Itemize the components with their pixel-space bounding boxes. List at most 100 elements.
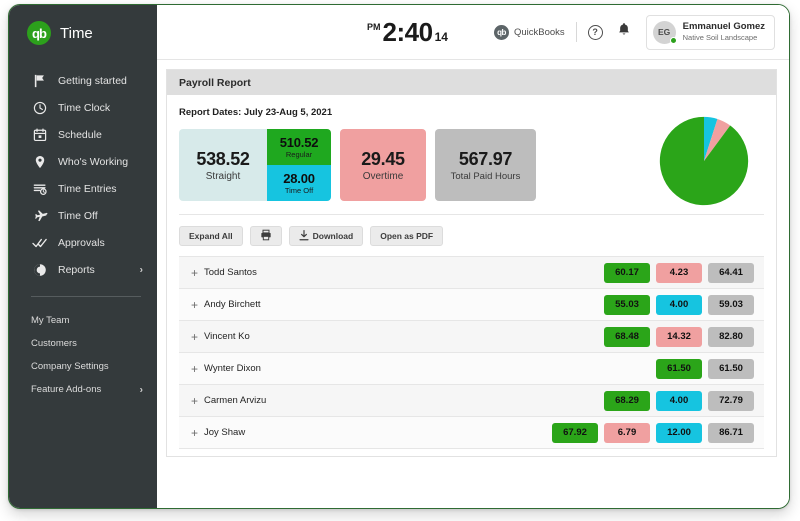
sidebar-item-feature-add-ons[interactable]: Feature Add-ons › bbox=[9, 378, 157, 401]
value-placeholder bbox=[552, 327, 598, 347]
employee-name: Joy Shaw bbox=[204, 427, 246, 438]
value-badge: 6.79 bbox=[604, 422, 650, 443]
sidebar-item-getting-started[interactable]: Getting started bbox=[9, 67, 157, 94]
value-badge: 68.29 bbox=[604, 390, 650, 411]
chevron-right-icon: › bbox=[139, 264, 143, 275]
card-time-off: 28.00 Time Off bbox=[267, 165, 331, 201]
row-values: 67.92 6.79 12.00 86.71 bbox=[552, 422, 754, 443]
value-badge: 4.00 bbox=[656, 294, 702, 315]
overtime-value: 29.45 bbox=[361, 148, 405, 169]
quickbooks-icon: qb bbox=[493, 24, 509, 40]
sidebar-item-time-entries[interactable]: Time Entries bbox=[9, 175, 157, 202]
card-overtime: 29.45 Overtime bbox=[340, 129, 426, 201]
sidebar-item-my-team[interactable]: My Team bbox=[9, 309, 157, 332]
straight-label: Straight bbox=[205, 170, 241, 182]
time-off-label: Time Off bbox=[284, 186, 314, 195]
print-button[interactable] bbox=[249, 226, 282, 246]
sidebar-item-approvals[interactable]: Approvals bbox=[9, 229, 157, 256]
page-title: Payroll Report bbox=[179, 76, 251, 89]
value-placeholder bbox=[552, 263, 598, 283]
value-placeholder bbox=[552, 359, 598, 379]
sidebar-nav: Getting started Time Clock Schedule Who'… bbox=[9, 67, 157, 283]
user-name: Emmanuel Gomez bbox=[682, 21, 765, 33]
user-organization: Native Soil Landscape bbox=[682, 33, 758, 43]
avatar: EG bbox=[652, 20, 677, 44]
value-badge: 61.50 bbox=[708, 358, 754, 379]
table-row[interactable]: + Andy Birchett 55.03 4.00 59.03 bbox=[179, 289, 764, 321]
straight-value: 538.52 bbox=[196, 148, 250, 169]
expand-row-icon[interactable]: + bbox=[191, 362, 204, 376]
panel-body: Report Dates: July 23-Aug 5, 2021 538.52… bbox=[167, 95, 776, 449]
value-badge: 60.17 bbox=[604, 262, 650, 283]
total-value: 567.97 bbox=[458, 148, 513, 169]
table-row[interactable]: + Vincent Ko 68.48 14.32 82.80 bbox=[179, 321, 764, 353]
hours-breakdown-pie-chart bbox=[658, 115, 750, 207]
pie-chart-icon bbox=[31, 262, 49, 278]
employee-name: Wynter Dixon bbox=[204, 363, 261, 374]
clock-ampm: PM bbox=[367, 21, 381, 32]
pie-slice bbox=[659, 116, 749, 206]
row-values: 61.50 61.50 bbox=[552, 358, 754, 379]
sidebar-subitem-label: My Team bbox=[31, 315, 70, 326]
time-off-value: 28.00 bbox=[283, 171, 315, 186]
value-badge: 4.23 bbox=[656, 262, 702, 283]
notifications-bell-icon[interactable] bbox=[617, 22, 631, 42]
help-icon[interactable]: ? bbox=[587, 24, 603, 40]
sidebar-item-label: Time Entries bbox=[58, 182, 117, 195]
quickbooks-link[interactable]: qb QuickBooks bbox=[493, 24, 565, 40]
download-button[interactable]: Download bbox=[288, 226, 364, 246]
card-straight-breakdown: 510.52 Regular 28.00 Time Off bbox=[267, 129, 331, 201]
sidebar-item-time-off[interactable]: Time Off bbox=[9, 202, 157, 229]
current-time-display: PM 2:40 14 bbox=[367, 17, 448, 48]
table-row[interactable]: + Wynter Dixon 61.50 61.50 bbox=[179, 353, 764, 385]
brand-logo-area[interactable]: qb Time bbox=[9, 5, 157, 61]
regular-label: Regular bbox=[285, 150, 313, 159]
sidebar-item-label: Reports bbox=[58, 263, 95, 276]
online-status-dot bbox=[669, 36, 677, 44]
summary-cards: 538.52 Straight 510.52 Regular 28.00 Tim… bbox=[179, 116, 764, 206]
value-badge: 68.48 bbox=[604, 326, 650, 347]
sidebar-item-time-clock[interactable]: Time Clock bbox=[9, 94, 157, 121]
clock-icon bbox=[31, 100, 49, 116]
expand-row-icon[interactable]: + bbox=[191, 298, 204, 312]
sidebar-item-label: Who's Working bbox=[58, 155, 129, 168]
top-bar: PM 2:40 14 qb QuickBooks ? EG Emmanuel G… bbox=[157, 5, 789, 60]
expand-row-icon[interactable]: + bbox=[191, 394, 204, 408]
table-row[interactable]: + Carmen Arvizu 68.29 4.00 72.79 bbox=[179, 385, 764, 417]
expand-row-icon[interactable]: + bbox=[191, 426, 204, 440]
download-label: Download bbox=[312, 231, 354, 241]
sidebar-item-whos-working[interactable]: Who's Working bbox=[9, 148, 157, 175]
open-as-pdf-button[interactable]: Open as PDF bbox=[370, 226, 444, 246]
flag-icon bbox=[31, 73, 49, 89]
sidebar-item-customers[interactable]: Customers bbox=[9, 332, 157, 355]
regular-value: 510.52 bbox=[279, 135, 319, 150]
value-placeholder bbox=[552, 391, 598, 411]
expand-row-icon[interactable]: + bbox=[191, 266, 204, 280]
sidebar-item-company-settings[interactable]: Company Settings bbox=[9, 355, 157, 378]
card-regular: 510.52 Regular bbox=[267, 129, 331, 165]
sidebar-divider bbox=[31, 296, 141, 297]
employee-name: Andy Birchett bbox=[204, 299, 261, 310]
value-badge: 82.80 bbox=[708, 326, 754, 347]
sidebar-item-schedule[interactable]: Schedule bbox=[9, 121, 157, 148]
value-badge: 12.00 bbox=[656, 422, 702, 443]
expand-row-icon[interactable]: + bbox=[191, 330, 204, 344]
airplane-icon bbox=[31, 208, 49, 224]
table-row[interactable]: + Joy Shaw 67.92 6.79 12.00 86.71 bbox=[179, 417, 764, 449]
table-row[interactable]: + Todd Santos 60.17 4.23 64.41 bbox=[179, 257, 764, 289]
clock-seconds: 14 bbox=[434, 29, 448, 44]
sidebar-item-label: Time Clock bbox=[58, 101, 111, 114]
brand-name: Time bbox=[60, 24, 93, 42]
pie-chart-svg bbox=[659, 116, 749, 206]
sidebar-item-label: Getting started bbox=[58, 74, 127, 87]
map-pin-icon bbox=[31, 154, 49, 170]
expand-all-button[interactable]: Expand All bbox=[179, 226, 243, 246]
value-badge: 64.41 bbox=[708, 262, 754, 283]
calendar-icon bbox=[31, 127, 49, 143]
expand-all-label: Expand All bbox=[189, 231, 233, 241]
employee-name: Carmen Arvizu bbox=[204, 395, 267, 406]
sidebar-item-reports[interactable]: Reports › bbox=[9, 256, 157, 283]
row-values: 55.03 4.00 59.03 bbox=[552, 294, 754, 315]
user-menu[interactable]: EG Emmanuel Gomez Native Soil Landscape bbox=[645, 14, 775, 50]
employee-name: Todd Santos bbox=[204, 267, 257, 278]
